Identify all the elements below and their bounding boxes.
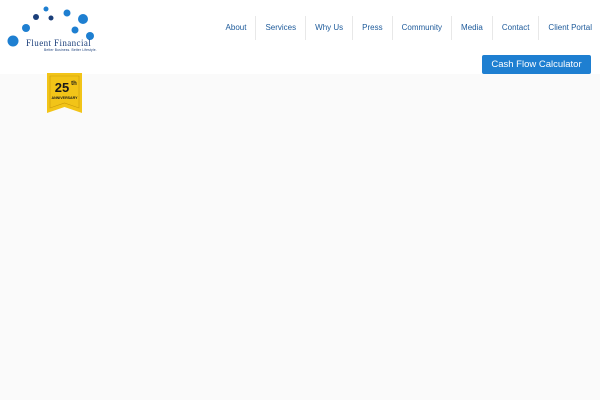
main-nav: About Services Why Us Press Community Me… xyxy=(217,16,595,40)
nav-about[interactable]: About xyxy=(217,16,257,40)
nav-contact[interactable]: Contact xyxy=(493,16,540,40)
nav-press[interactable]: Press xyxy=(353,16,393,40)
logo-name: Fluent Financial xyxy=(26,38,92,48)
fluent-financial-logo[interactable]: Fluent Financial Better Business. Better… xyxy=(6,6,110,52)
anniversary-ribbon-icon: 25 th ANNIVERSARY xyxy=(47,73,82,113)
nav-media[interactable]: Media xyxy=(452,16,493,40)
nav-services[interactable]: Services xyxy=(256,16,307,40)
badge-suffix: th xyxy=(71,81,77,87)
cash-flow-calculator-button[interactable]: Cash Flow Calculator xyxy=(482,55,591,74)
nav-client-portal[interactable]: Client Portal xyxy=(539,16,595,40)
logo-tagline: Better Business. Better Lifestyle. xyxy=(44,48,97,52)
anniversary-badge: 25 th ANNIVERSARY xyxy=(47,73,82,113)
nav-community[interactable]: Community xyxy=(393,16,453,40)
nav-why-us[interactable]: Why Us xyxy=(306,16,354,40)
badge-label: ANNIVERSARY xyxy=(51,96,78,100)
badge-number: 25 xyxy=(55,80,69,95)
